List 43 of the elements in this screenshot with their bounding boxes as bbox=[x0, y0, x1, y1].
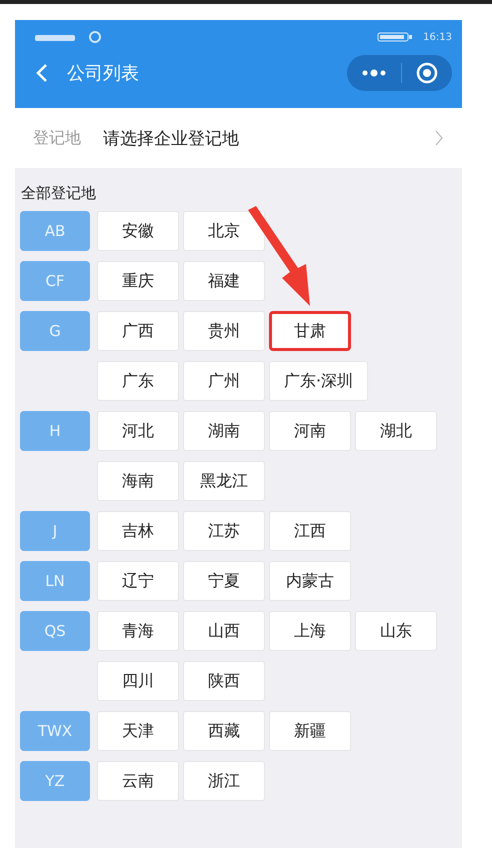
city-button[interactable]: 湖南 bbox=[183, 411, 265, 451]
city-button[interactable]: 湖北 bbox=[355, 411, 437, 451]
more-icon[interactable] bbox=[361, 69, 387, 77]
city-button[interactable]: 广西 bbox=[97, 311, 179, 351]
city-button[interactable]: 山东 bbox=[355, 611, 437, 651]
chevron-icon bbox=[434, 130, 444, 146]
city-button[interactable]: 河南 bbox=[269, 411, 351, 451]
city-button[interactable]: 河北 bbox=[97, 411, 179, 451]
back-icon[interactable] bbox=[35, 63, 49, 83]
city-button[interactable]: 广东 bbox=[97, 361, 179, 401]
city-button[interactable]: 青海 bbox=[97, 611, 179, 651]
city-button[interactable]: 福建 bbox=[183, 261, 265, 301]
city-button[interactable]: 西藏 bbox=[183, 711, 265, 751]
city-button[interactable]: 海南 bbox=[97, 461, 179, 501]
page-title: 公司列表 bbox=[67, 62, 140, 85]
city-button[interactable]: 四川 bbox=[97, 661, 179, 701]
picker-placeholder: 请选择企业登记地 bbox=[103, 128, 240, 150]
city-button[interactable]: 天津 bbox=[97, 711, 179, 751]
city-button[interactable]: 北京 bbox=[183, 211, 265, 251]
city-button[interactable]: 重庆 bbox=[97, 261, 179, 301]
city-button[interactable]: 山西 bbox=[183, 611, 265, 651]
city-button[interactable]: 内蒙古 bbox=[269, 561, 351, 601]
section-title: 全部登记地 bbox=[20, 183, 97, 204]
city-button[interactable]: 安徽 bbox=[97, 211, 179, 251]
close-icon[interactable] bbox=[416, 62, 438, 84]
city-button[interactable]: 贵州 bbox=[183, 311, 265, 351]
city-button[interactable]: 上海 bbox=[269, 611, 351, 651]
city-button[interactable]: 陕西 bbox=[183, 661, 265, 701]
city-button[interactable]: 浙江 bbox=[183, 761, 265, 801]
city-button[interactable]: 宁夏 bbox=[183, 561, 265, 601]
city-button[interactable]: 江西 bbox=[269, 511, 351, 551]
city-button[interactable]: 吉林 bbox=[97, 511, 179, 551]
city-button[interactable]: 甘肃 bbox=[269, 311, 351, 351]
city-button[interactable]: 广东·深圳 bbox=[269, 361, 368, 401]
city-button[interactable]: 江苏 bbox=[183, 511, 265, 551]
city-button[interactable]: 广州 bbox=[183, 361, 265, 401]
region-picker[interactable]: 登记地 请选择企业登记地 bbox=[15, 108, 462, 168]
city-button[interactable]: 黑龙江 bbox=[183, 461, 265, 501]
picker-label: 登记地 bbox=[33, 128, 81, 148]
status-time: 16:13 bbox=[423, 32, 452, 42]
city-button[interactable]: 辽宁 bbox=[97, 561, 179, 601]
city-button[interactable]: 云南 bbox=[97, 761, 179, 801]
city-button[interactable]: 新疆 bbox=[269, 711, 351, 751]
